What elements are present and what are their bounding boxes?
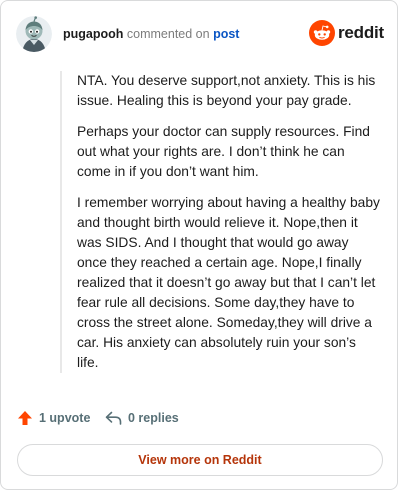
embedded-comment-card: pugapooh commented on post reddit NTA. Y… [0,0,398,490]
upvote-arrow-icon [18,411,32,425]
comment-paragraph: I remember worrying about having a healt… [77,195,380,370]
comment-thread-line: NTA. You deserve support,not anxiety. Th… [60,71,380,373]
comment-body: NTA. You deserve support,not anxiety. Th… [62,71,380,373]
reddit-logo[interactable]: reddit [309,20,384,46]
reddit-wordmark: reddit [338,23,385,42]
avatar[interactable] [16,16,52,52]
reply-count: 0 replies [128,411,179,425]
upvote-button[interactable]: 1 upvote [17,410,90,426]
upvote-count: 1 upvote [39,411,91,425]
post-link[interactable]: post [213,27,239,41]
comment-verb: commented on [126,27,210,41]
reply-button[interactable]: 0 replies [105,410,179,426]
comment-paragraph: Perhaps your doctor can supply resources… [77,124,370,179]
comment-author[interactable]: pugapooh [63,27,123,41]
comment-paragraph: NTA. You deserve support,not anxiety. Th… [77,73,376,108]
view-more-label: View more on Reddit [138,453,262,467]
comment-header: pugapooh commented on post [63,26,239,42]
reddit-snoo-icon [309,20,335,46]
avatar-icon [16,16,52,52]
reply-arrow-icon [105,411,122,425]
view-more-button[interactable]: View more on Reddit [17,444,383,476]
